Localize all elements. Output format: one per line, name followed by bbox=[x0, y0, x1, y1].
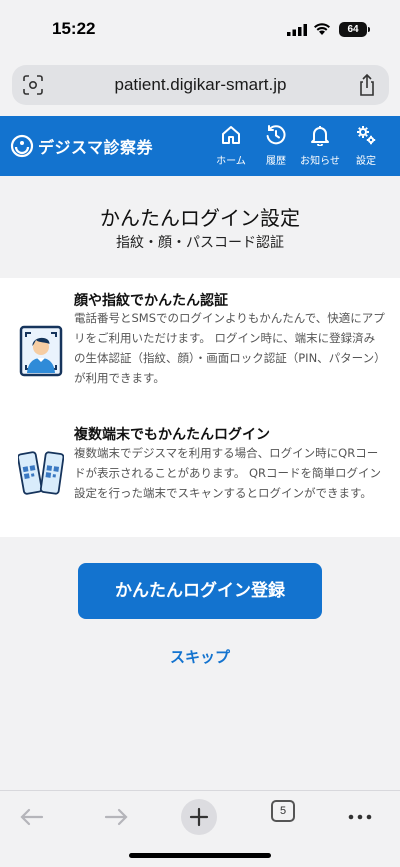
qr-phones-illustration bbox=[18, 451, 64, 495]
title-section: かんたんログイン設定 指紋・顔・パスコード認証 bbox=[0, 176, 400, 278]
feature-card: 顔や指紋でかんたん認証 電話番号とSMSでのログインよりもかんたんで、快適にアプ… bbox=[0, 278, 400, 537]
share-icon[interactable] bbox=[357, 73, 377, 97]
home-indicator bbox=[129, 853, 271, 858]
nav-history[interactable]: 履歴 bbox=[254, 124, 298, 167]
register-easy-login-button[interactable]: かんたんログイン登録 bbox=[78, 563, 322, 619]
nav-settings[interactable]: 設定 bbox=[344, 124, 388, 167]
page-subtitle: 指紋・顔・パスコード認証 bbox=[116, 235, 284, 251]
nav-home-label: ホーム bbox=[216, 156, 246, 167]
home-icon bbox=[222, 126, 240, 144]
back-arrow-icon[interactable] bbox=[14, 799, 50, 835]
url-text[interactable]: patient.digikar-smart.jp bbox=[12, 75, 389, 95]
app-logo[interactable]: デジスマ診察券 bbox=[10, 133, 153, 159]
forward-arrow-icon[interactable] bbox=[98, 799, 134, 835]
nav-settings-label: 設定 bbox=[356, 156, 376, 167]
feature-desc-biometric: 電話番号とSMSでのログインよりもかんたんで、快適にアプリをご利用いただけます。… bbox=[74, 311, 386, 385]
battery-nub bbox=[368, 27, 370, 32]
more-options-icon[interactable] bbox=[342, 799, 378, 835]
face-id-illustration bbox=[19, 325, 63, 377]
nav-notifications[interactable]: お知らせ bbox=[298, 124, 342, 167]
page-title: かんたんログイン設定 bbox=[100, 206, 300, 230]
wifi-icon bbox=[314, 23, 330, 35]
status-time: 15:22 bbox=[52, 19, 96, 38]
nav-home[interactable]: ホーム bbox=[209, 124, 253, 167]
nav-history-label: 履歴 bbox=[266, 156, 286, 167]
feature-desc-multi-device: 複数端末でデジスマを利用する場合、ログイン時にQRコードが表示されることがありま… bbox=[74, 446, 382, 500]
signal-icon bbox=[287, 24, 307, 36]
bell-icon bbox=[311, 126, 329, 146]
gear-icon bbox=[357, 126, 376, 145]
feature-title-biometric: 顔や指紋でかんたん認証 bbox=[74, 293, 228, 309]
nav-notifications-label: お知らせ bbox=[300, 156, 340, 167]
tabs-count-button[interactable]: 5 bbox=[271, 800, 295, 822]
battery-indicator: 64 bbox=[339, 22, 367, 37]
new-tab-plus-icon[interactable] bbox=[181, 799, 217, 835]
logo-text: デジスマ診察券 bbox=[38, 138, 154, 157]
skip-link[interactable]: スキップ bbox=[0, 646, 400, 667]
history-icon bbox=[266, 125, 286, 145]
app-header: デジスマ診察券 ホーム 履歴 お知らせ 設定 bbox=[0, 116, 400, 176]
feature-title-multi-device: 複数端末でもかんたんログイン bbox=[74, 427, 270, 443]
address-bar[interactable]: patient.digikar-smart.jp bbox=[12, 65, 389, 105]
status-bar: 15:22 64 bbox=[0, 0, 400, 58]
logo-mark-icon bbox=[10, 134, 34, 158]
